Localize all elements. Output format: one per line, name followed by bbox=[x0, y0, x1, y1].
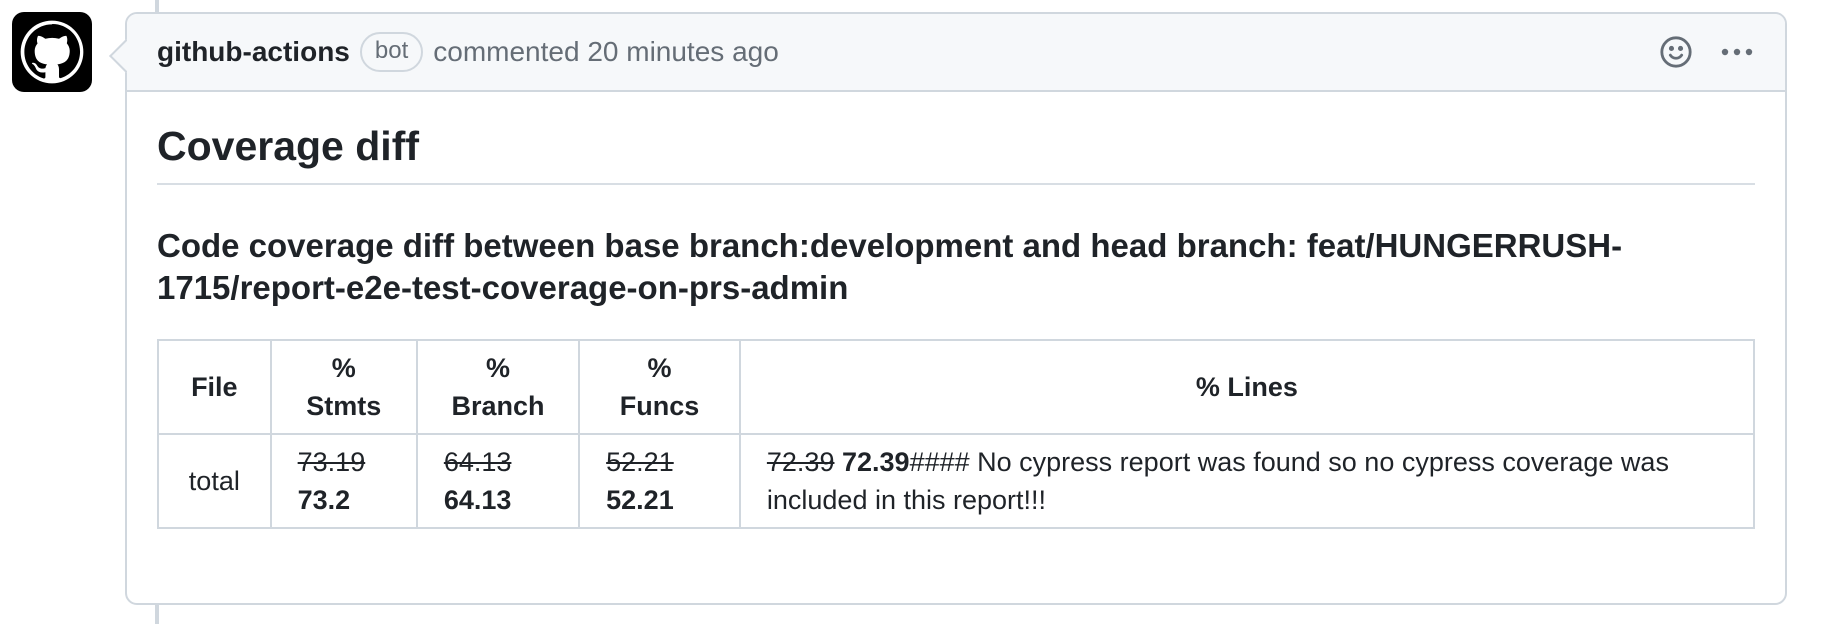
stmts-old-value: 73.19 bbox=[297, 447, 366, 478]
header-branch-label: Branch bbox=[451, 391, 545, 422]
header-funcs: % Funcs bbox=[578, 339, 741, 436]
branch-old-value: 64.13 bbox=[443, 447, 512, 478]
lines-new-value: 72.39 bbox=[841, 447, 910, 478]
header-branch-percent: % bbox=[485, 353, 510, 384]
bot-badge: bot bbox=[359, 32, 424, 72]
cell-stmts: 73.19 73.2 bbox=[269, 433, 418, 530]
header-file: File bbox=[157, 339, 272, 436]
coverage-title: Coverage diff bbox=[157, 123, 1755, 186]
cell-funcs: 52.21 52.21 bbox=[578, 433, 741, 530]
funcs-old-value: 52.21 bbox=[606, 447, 674, 478]
header-lines: % Lines bbox=[738, 339, 1756, 436]
comment-box: github-actions bot commented 20 minutes … bbox=[109, 12, 1787, 605]
add-reaction-button[interactable] bbox=[1659, 35, 1693, 69]
lines-old-value: 72.39 bbox=[766, 447, 835, 478]
page: github-actions bot commented 20 minutes … bbox=[0, 0, 1834, 624]
header-stmts-percent: % bbox=[331, 353, 356, 384]
cell-file: total bbox=[157, 433, 272, 530]
header-funcs-label: Funcs bbox=[619, 391, 700, 422]
author-link[interactable]: github-actions bbox=[157, 36, 350, 68]
cell-branch: 64.13 64.13 bbox=[415, 433, 581, 530]
header-stmts-label: Stmts bbox=[306, 391, 382, 422]
header-branch: % Branch bbox=[415, 339, 581, 436]
branch-new-value: 64.13 bbox=[443, 485, 512, 516]
coverage-subtitle: Code coverage diff between base branch:d… bbox=[157, 227, 1623, 307]
kebab-horizontal-icon bbox=[1721, 48, 1753, 56]
table-row: total 73.19 73.2 64.13 64.13 52.21 52.21 bbox=[157, 433, 1756, 530]
github-logo-icon bbox=[20, 20, 84, 84]
header-stmts: % Stmts bbox=[269, 339, 418, 436]
comment-header: github-actions bot commented 20 minutes … bbox=[127, 14, 1785, 92]
comment-timestamp[interactable]: commented 20 minutes ago bbox=[433, 36, 779, 68]
smiley-icon bbox=[1660, 36, 1692, 68]
avatar[interactable] bbox=[12, 12, 92, 92]
comment-options-button[interactable] bbox=[1719, 46, 1755, 58]
comment-body: Coverage diff Code coverage diff between… bbox=[127, 92, 1785, 530]
cell-lines: 72.39 72.39#### No cypress report was fo… bbox=[738, 433, 1756, 530]
funcs-new-value: 52.21 bbox=[606, 485, 674, 516]
coverage-table: File % Stmts % Branch % Funcs % Lines to… bbox=[157, 339, 1756, 530]
header-funcs-percent: % bbox=[647, 353, 672, 384]
stmts-new-value: 73.2 bbox=[297, 485, 351, 516]
table-header-row: File % Stmts % Branch % Funcs % Lines bbox=[157, 339, 1756, 436]
header-actions bbox=[1659, 35, 1755, 69]
